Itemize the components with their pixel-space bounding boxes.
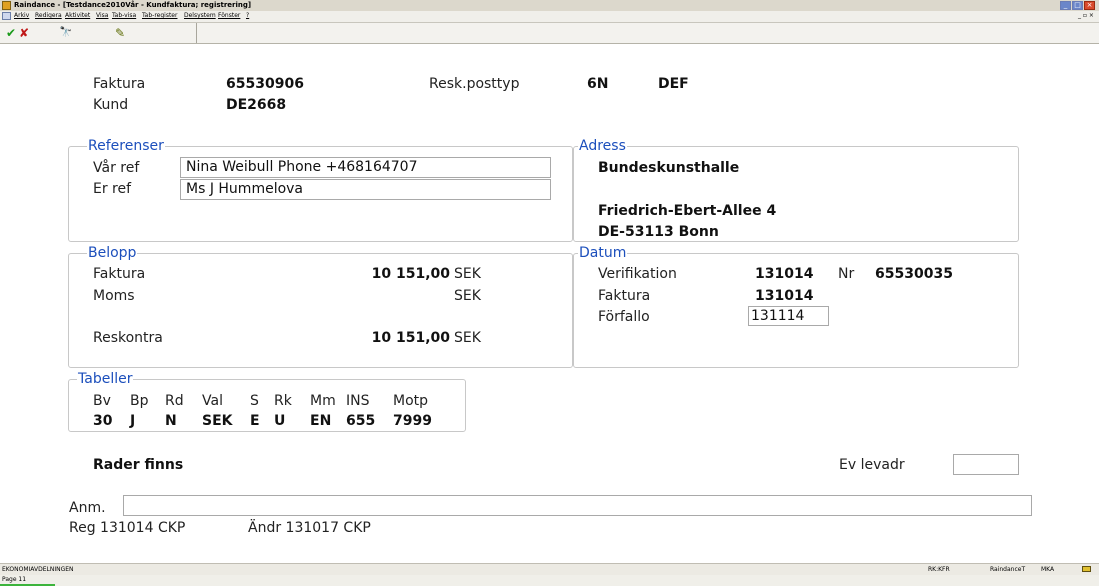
rader-finns: Rader finns — [93, 457, 184, 473]
window-title: Raindance - [Testdance2010Vår - Kundfakt… — [14, 1, 252, 9]
status-bar: EKONOMIAVDELNINGEN RK:KFR RaindanceT MKA — [0, 563, 1099, 575]
cancel-icon[interactable]: ✘ — [17, 26, 31, 40]
close-button[interactable]: × — [1084, 1, 1095, 10]
tabeller-legend: Tabeller — [77, 371, 134, 387]
address-street: Friedrich-Ebert-Allee 4 — [598, 203, 777, 219]
menu-aktivitet[interactable]: Aktivitet — [65, 12, 90, 19]
reskontra-currency: SEK — [454, 330, 481, 346]
menu-help[interactable]: ? — [246, 12, 249, 19]
col-header-motp: Motp — [393, 393, 429, 409]
toolbar: ✔ ✘ 🔭 ✎ — [0, 23, 1099, 44]
ev-levadr-field[interactable] — [953, 454, 1019, 475]
var-ref-label: Vår ref — [93, 160, 140, 176]
address-city: DE-53113 Bonn — [598, 224, 719, 240]
col-value-val: SEK — [202, 413, 233, 429]
title-bar: Raindance - [Testdance2010Vår - Kundfakt… — [0, 0, 1099, 11]
kund-label: Kund — [93, 97, 129, 113]
var-ref-field[interactable]: Nina Weibull Phone +468164707 — [180, 157, 551, 178]
col-value-bv: 30 — [93, 413, 113, 429]
resk-posttyp-type: DEF — [658, 76, 689, 92]
col-value-rd: N — [165, 413, 177, 429]
nr-label: Nr — [838, 266, 855, 282]
resk-posttyp-code: 6N — [587, 76, 609, 92]
belopp-faktura-currency: SEK — [454, 266, 481, 282]
verifikation-number: 65530035 — [875, 266, 953, 282]
ev-levadr-label: Ev levadr — [839, 457, 905, 473]
col-value-motp: 7999 — [393, 413, 432, 429]
anm-field[interactable] — [123, 495, 1032, 516]
faktura-label: Faktura — [93, 76, 146, 92]
reskontra-amount: 10 151,00 — [371, 330, 450, 346]
address-name: Bundeskunsthalle — [598, 160, 740, 176]
kund-value: DE2668 — [226, 97, 287, 113]
col-header-bp: Bp — [130, 393, 149, 409]
col-header-mm: Mm — [310, 393, 336, 409]
er-ref-label: Er ref — [93, 181, 132, 197]
adress-legend: Adress — [578, 138, 627, 154]
minimize-button[interactable]: _ — [1060, 1, 1071, 10]
moms-label: Moms — [93, 288, 135, 304]
menu-delsystem[interactable]: Delsystem — [184, 12, 216, 19]
ok-icon[interactable]: ✔ — [4, 26, 18, 40]
verifikation-label: Verifikation — [598, 266, 677, 282]
status-user: MKA — [1041, 566, 1055, 573]
belopp-faktura-label: Faktura — [93, 266, 146, 282]
reg-info: Reg 131014 CKP — [69, 520, 186, 536]
andr-info: Ändr 131017 CKP — [248, 520, 371, 536]
notification-icon[interactable] — [1082, 566, 1091, 572]
col-value-rk: U — [274, 413, 286, 429]
datum-faktura-label: Faktura — [598, 288, 651, 304]
er-ref-field[interactable]: Ms J Hummelova — [180, 179, 551, 200]
menu-tab-visa[interactable]: Tab-visa — [112, 12, 136, 19]
menu-visa[interactable]: Visa — [96, 12, 108, 19]
belopp-legend: Belopp — [87, 245, 138, 261]
menu-redigera[interactable]: Redigera — [35, 12, 62, 19]
status-database: RaindanceT — [990, 566, 1026, 573]
status-department: EKONOMIAVDELNINGEN — [2, 566, 74, 573]
col-header-val: Val — [202, 393, 223, 409]
menu-tab-register[interactable]: Tab-register — [142, 12, 177, 19]
maximize-button[interactable]: □ — [1072, 1, 1083, 10]
col-value-ins: 655 — [346, 413, 376, 429]
col-value-mm: EN — [310, 413, 332, 429]
search-icon[interactable]: 🔭 — [59, 26, 73, 40]
menu-fonster[interactable]: Fönster — [218, 12, 240, 19]
menu-bar: Arkiv Redigera Aktivitet Visa Tab-visa T… — [0, 11, 1099, 23]
anm-label: Anm. — [69, 500, 106, 516]
mdi-controls[interactable]: _ ▫ × — [1078, 12, 1094, 19]
reskontra-label: Reskontra — [93, 330, 163, 346]
app-icon — [2, 1, 11, 10]
toolbar-divider — [196, 23, 197, 43]
resk-posttyp-label: Resk.posttyp — [429, 76, 520, 92]
col-header-s: S — [250, 393, 259, 409]
menu-arkiv[interactable]: Arkiv — [14, 12, 29, 19]
col-header-rd: Rd — [165, 393, 184, 409]
col-value-bp: J — [130, 413, 136, 429]
referenser-legend: Referenser — [87, 138, 165, 154]
datum-legend: Datum — [578, 245, 628, 261]
page-bar: Page 11 — [0, 575, 1099, 586]
verifikation-date: 131014 — [755, 266, 814, 282]
forfallo-label: Förfallo — [598, 309, 650, 325]
belopp-faktura-amount: 10 151,00 — [371, 266, 450, 282]
col-header-ins: INS — [346, 393, 370, 409]
col-header-rk: Rk — [274, 393, 292, 409]
col-value-s: E — [250, 413, 260, 429]
edit-icon[interactable]: ✎ — [113, 26, 127, 40]
document-icon[interactable] — [2, 12, 11, 20]
datum-faktura-date: 131014 — [755, 288, 814, 304]
faktura-number: 65530906 — [226, 76, 304, 92]
status-rk: RK:KFR — [928, 566, 950, 573]
forfallo-field[interactable]: 131114 — [748, 306, 829, 326]
moms-currency: SEK — [454, 288, 481, 304]
col-header-bv: Bv — [93, 393, 111, 409]
